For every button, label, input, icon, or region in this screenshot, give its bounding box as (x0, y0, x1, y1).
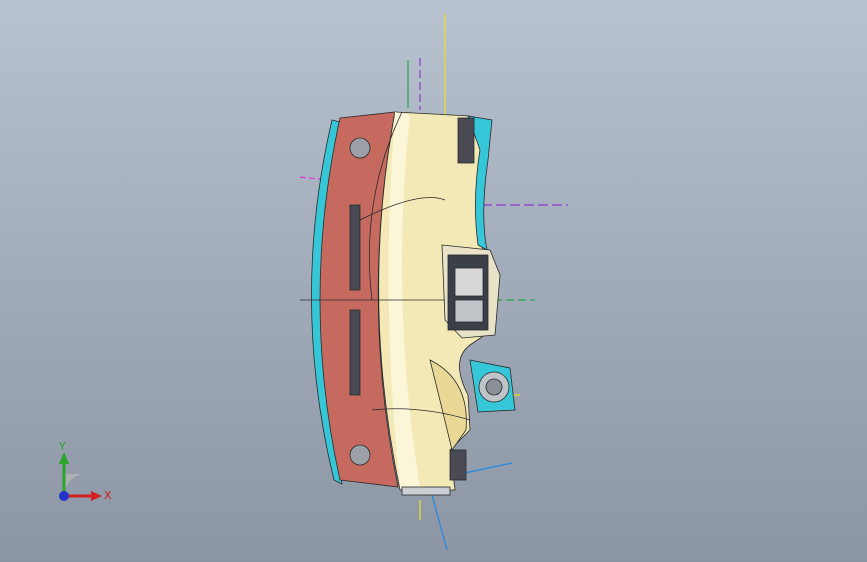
dashboard-3d-model[interactable] (0, 0, 867, 562)
triad-graphic (59, 452, 102, 501)
triad-x-label: X (104, 489, 112, 502)
cad-viewport[interactable]: Y X (0, 0, 867, 562)
dashboard-body (300, 111, 516, 496)
coordinate-triad: Y X (40, 438, 130, 518)
triad-y-label: Y (59, 440, 66, 453)
